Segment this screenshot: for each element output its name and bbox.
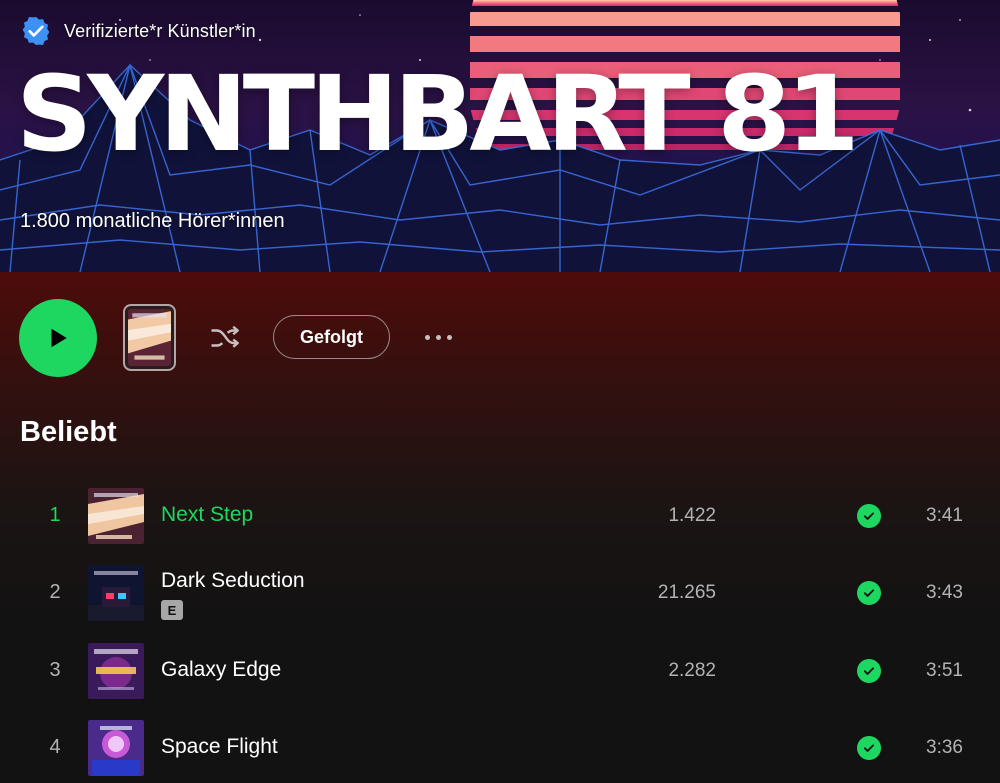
track-title[interactable]: Galaxy Edge [161, 658, 281, 682]
saved-to-library-button[interactable] [857, 736, 881, 760]
track-duration: 3:51 [926, 660, 963, 681]
shuffle-icon [211, 325, 239, 348]
track-title[interactable]: Space Flight [161, 735, 278, 759]
shuffle-button[interactable] [200, 314, 250, 362]
track-duration: 3:36 [926, 737, 963, 758]
track-row[interactable]: 1 Next Step 1.422 3:41 [0, 478, 1000, 554]
artist-page: Verifizierte*r Künstler*in SYNTHBART 81 … [0, 0, 1000, 783]
track-title[interactable]: Dark Seduction [161, 569, 305, 593]
verified-label: Verifizierte*r Künstler*in [64, 20, 256, 41]
more-options-button[interactable] [414, 322, 462, 352]
play-icon [51, 328, 67, 348]
check-icon [863, 512, 875, 520]
track-number: 2 [49, 581, 61, 603]
track-cover [88, 643, 144, 699]
track-row[interactable]: 3 Galaxy Edge 2.282 3:51 [0, 633, 1000, 709]
track-number: 4 [49, 736, 61, 758]
artist-release-cover-button[interactable] [123, 304, 176, 371]
track-cover [88, 488, 144, 544]
track-row[interactable]: 2 Dark Seduction E 21.265 3:43 [0, 555, 1000, 631]
check-icon [863, 589, 875, 597]
track-cover [88, 565, 144, 621]
explicit-badge: E [161, 600, 183, 620]
artist-header-banner: Verifizierte*r Künstler*in SYNTHBART 81 … [0, 0, 1000, 272]
verified-badge-icon [22, 17, 50, 45]
play-button[interactable] [19, 299, 97, 377]
track-play-count: 21.265 [657, 582, 716, 603]
track-duration: 3:41 [926, 505, 963, 526]
artist-name: SYNTHBART 81 [16, 53, 860, 175]
saved-to-library-button[interactable] [857, 581, 881, 605]
track-number: 1 [49, 504, 61, 526]
track-play-count: 2.282 [668, 660, 716, 681]
track-cover [88, 720, 144, 776]
check-icon [863, 667, 875, 675]
track-number: 3 [49, 659, 61, 681]
release-cover-thumbnail [128, 309, 171, 366]
track-row[interactable]: 4 Space Flight 3:36 [0, 710, 1000, 783]
track-duration: 3:43 [926, 582, 963, 603]
monthly-listeners: 1.800 monatliche Hörer*innen [20, 210, 285, 232]
saved-to-library-button[interactable] [857, 659, 881, 683]
saved-to-library-button[interactable] [857, 504, 881, 528]
track-title[interactable]: Next Step [161, 503, 253, 527]
popular-section-title: Beliebt [20, 416, 117, 448]
following-button[interactable]: Gefolgt [273, 315, 390, 359]
check-icon [863, 744, 875, 752]
more-horizontal-icon [424, 334, 430, 340]
track-play-count: 1.422 [668, 505, 716, 526]
verified-artist-badge: Verifizierte*r Künstler*in [20, 14, 256, 48]
